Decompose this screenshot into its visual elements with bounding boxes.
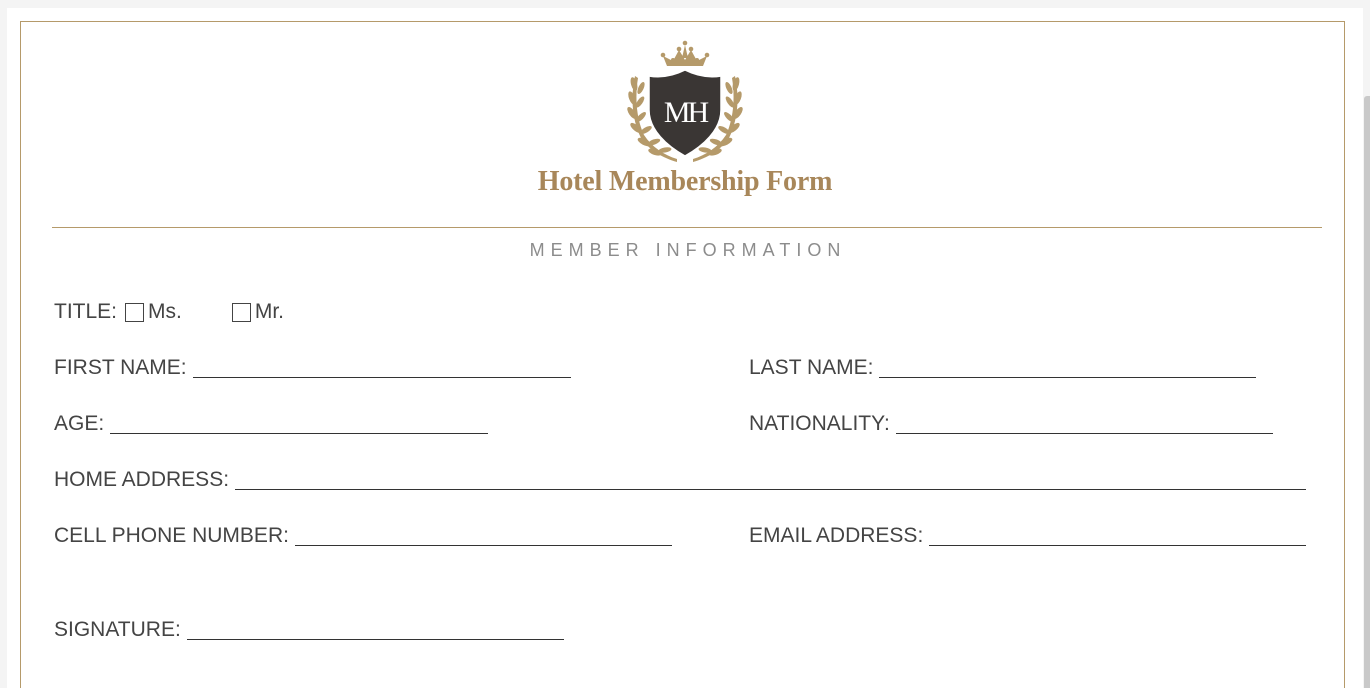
first-name-field[interactable] (192, 377, 571, 378)
header-divider (52, 227, 1322, 228)
email-row: EMAIL ADDRESS: (749, 522, 1307, 548)
nationality-field[interactable] (895, 433, 1273, 434)
last-name-label: LAST NAME: (749, 356, 874, 379)
hotel-logo: MH (627, 40, 743, 162)
age-label: AGE: (54, 412, 105, 435)
nationality-label: NATIONALITY: (749, 412, 890, 435)
home-address-field[interactable] (235, 489, 1307, 490)
signature-row: SIGNATURE: (54, 616, 564, 642)
age-row: AGE: (54, 410, 489, 436)
cell-phone-field[interactable] (294, 545, 672, 546)
crown-icon (660, 40, 710, 66)
ms-checkbox[interactable] (125, 303, 145, 322)
section-heading: MEMBER INFORMATION (529, 240, 847, 260)
email-field[interactable] (929, 545, 1307, 546)
cell-phone-row: CELL PHONE NUMBER: (54, 522, 672, 548)
title-label: TITLE: (54, 300, 118, 323)
first-name-row: FIRST NAME: (54, 354, 571, 380)
title-row: TITLE: Ms. Mr. (54, 298, 284, 324)
first-name-label: FIRST NAME: (54, 356, 187, 379)
nationality-row: NATIONALITY: (749, 410, 1273, 436)
cell-phone-label: CELL PHONE NUMBER: (54, 524, 289, 547)
signature-field[interactable] (186, 639, 564, 640)
logo-monogram: MH (664, 96, 709, 129)
ms-option-label: Ms. (148, 300, 182, 323)
home-address-label: HOME ADDRESS: (54, 468, 230, 491)
mr-checkbox[interactable] (231, 303, 251, 322)
last-name-field[interactable] (879, 377, 1257, 378)
signature-label: SIGNATURE: (54, 618, 181, 641)
age-field[interactable] (110, 433, 489, 434)
home-address-row: HOME ADDRESS: (54, 466, 1307, 492)
email-label: EMAIL ADDRESS: (749, 524, 924, 547)
mr-option-label: Mr. (254, 300, 285, 323)
form-title: Hotel Membership Form (537, 166, 833, 197)
last-name-row: LAST NAME: (749, 354, 1257, 380)
